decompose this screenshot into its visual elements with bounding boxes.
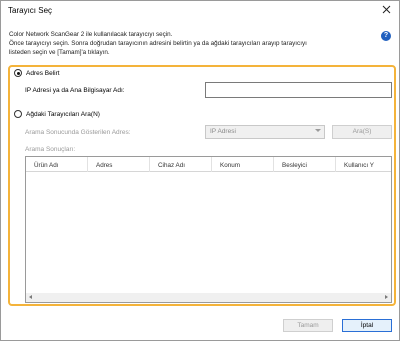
cancel-button[interactable]: İptal [342,319,392,332]
chevron-down-icon [315,129,321,132]
ip-address-label: IP Adresi ya da Ana Bilgisayar Adı: [25,87,125,94]
column-header[interactable]: Konum [212,157,274,172]
scroll-left-icon[interactable] [29,295,32,299]
ip-address-input[interactable] [205,82,392,98]
scroll-right-icon[interactable] [385,295,388,299]
search-button[interactable]: Ara(S) [332,125,392,139]
search-network-label: Ağdaki Tarayıcıları Ara(N) [26,111,100,118]
table-header: Ürün Adı Adres Cihaz Adı Konum Besleyici… [26,157,391,172]
instruction-line-1: Color Network ScanGear 2 ile kullanılaca… [9,31,173,38]
instruction-line-3: listeden seçin ve [Tamam]'a tıklayın. [9,49,110,56]
column-header[interactable]: Cihaz Adı [150,157,212,172]
search-address-label: Arama Sonucunda Gösterilen Adres: [25,129,131,136]
column-header[interactable]: Besleyici [274,157,336,172]
specify-address-label: Adres Belirt [26,70,60,77]
search-results-table[interactable]: Ürün Adı Adres Cihaz Adı Konum Besleyici… [25,156,392,303]
window-title: Tarayıcı Seç [8,6,53,15]
column-header[interactable]: Ürün Adı [26,157,88,172]
select-scanner-dialog: Tarayıcı Seç Color Network ScanGear 2 il… [0,0,400,341]
close-icon [382,5,390,14]
specify-address-radio[interactable] [14,69,22,77]
title-bar: Tarayıcı Seç [1,1,399,20]
help-icon[interactable]: ? [381,31,391,41]
column-header[interactable]: Adres [88,157,150,172]
search-results-label: Arama Sonuçları: [25,146,76,153]
close-button[interactable] [377,2,395,18]
horizontal-scrollbar[interactable] [26,293,391,302]
address-type-select[interactable]: IP Adresi [205,125,325,139]
instruction-line-2: Önce tarayıcıyı seçin. Sonra doğrudan ta… [9,40,307,47]
ok-button[interactable]: Tamam [283,319,333,332]
column-header[interactable]: Kullanıcı Y [336,157,391,172]
search-network-radio[interactable] [14,110,22,118]
